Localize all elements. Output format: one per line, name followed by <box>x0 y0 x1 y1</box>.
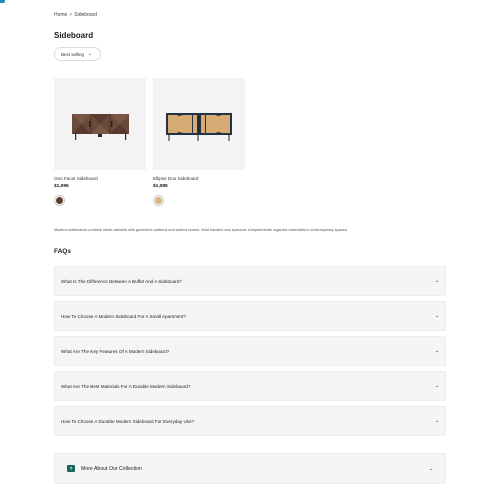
collection-description: Modern sideboards combine sleek cabinets… <box>54 228 348 232</box>
product-image[interactable] <box>153 78 245 170</box>
breadcrumb-home-link[interactable]: Home <box>54 12 67 18</box>
faq-question: What Are The Key Features Of A Modern Si… <box>61 348 170 354</box>
swatch-color <box>56 197 63 204</box>
chevron-down-icon: ⌄ <box>434 383 440 389</box>
faq-question: What Are The Best Materials For A Durabl… <box>61 383 191 389</box>
sort-selected-label: Best selling <box>61 51 85 57</box>
product-card[interactable]: Geo Facet Sideboard $1,095 <box>54 78 146 206</box>
swatch-color <box>155 197 162 204</box>
breadcrumb-separator: > <box>69 12 73 18</box>
page-title: Sideboard <box>54 31 94 40</box>
color-swatch[interactable] <box>153 195 164 206</box>
chat-icon: ? <box>67 465 75 472</box>
sideboard-ellipse-duo-image <box>166 113 232 141</box>
chevron-down-icon: ⌄ <box>434 313 440 319</box>
product-card[interactable]: Ellipse Duo Sideboard $1,085 <box>153 78 245 206</box>
faq-item[interactable]: What Are The Best Materials For A Durabl… <box>54 371 446 401</box>
chevron-down-icon: ⌄ <box>434 418 440 424</box>
color-swatch[interactable] <box>54 195 65 206</box>
faq-question: What Is The Difference Between A Buffet … <box>61 278 182 284</box>
chevron-down-icon: ⌄ <box>87 51 93 57</box>
product-name[interactable]: Ellipse Duo Sideboard <box>153 176 245 181</box>
faq-item[interactable]: How To Choose A Modern Sideboard For A S… <box>54 301 446 331</box>
breadcrumb: Home > Sideboard <box>54 12 97 18</box>
faq-item[interactable]: What Is The Difference Between A Buffet … <box>54 266 446 296</box>
sideboard-geo-facet-image <box>72 114 129 140</box>
chevron-down-icon: ⌄ <box>428 465 434 472</box>
more-about-collection-label: More About Our Collection <box>81 465 142 472</box>
product-name[interactable]: Geo Facet Sideboard <box>54 176 146 181</box>
logo-mark[interactable] <box>0 0 5 3</box>
breadcrumb-current: Sideboard <box>74 12 98 18</box>
product-price: $1,085 <box>153 184 168 189</box>
more-about-collection-toggle[interactable]: ? More About Our Collection ⌄ <box>54 453 446 484</box>
faq-item[interactable]: What Are The Key Features Of A Modern Si… <box>54 336 446 366</box>
sort-dropdown[interactable]: Best selling ⌄ <box>54 47 101 61</box>
faq-question: How To Choose A Modern Sideboard For A S… <box>61 313 186 319</box>
faq-item[interactable]: How To Choose A Durable Modern Sideboard… <box>54 406 446 436</box>
product-image[interactable] <box>54 78 146 170</box>
product-price: $1,095 <box>54 184 69 189</box>
chevron-down-icon: ⌄ <box>434 348 440 354</box>
chevron-down-icon: ⌄ <box>434 278 440 284</box>
faq-heading: FAQs <box>54 248 71 255</box>
faq-question: How To Choose A Durable Modern Sideboard… <box>61 418 195 424</box>
